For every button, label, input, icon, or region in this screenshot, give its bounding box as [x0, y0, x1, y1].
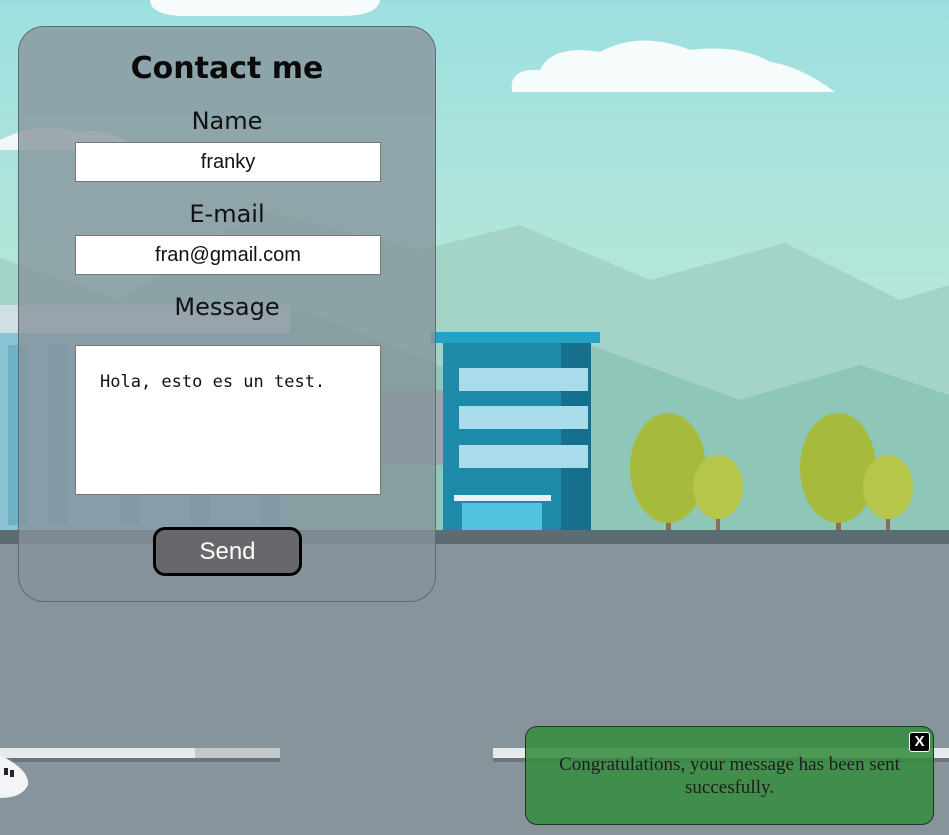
notification-message: Congratulations, your message has been s…: [559, 754, 900, 798]
cloud: [150, 0, 380, 16]
success-notification: X Congratulations, your message has been…: [525, 726, 934, 825]
form-title: Contact me: [130, 51, 324, 86]
name-input[interactable]: [75, 142, 381, 182]
contact-form-panel: Contact me Name E-mail Message Hola, est…: [18, 26, 436, 602]
email-label: E-mail: [189, 200, 265, 228]
email-input[interactable]: [75, 235, 381, 275]
message-textarea[interactable]: Hola, esto es un test.: [75, 345, 381, 495]
name-label: Name: [191, 107, 263, 135]
close-notification-button[interactable]: X: [909, 732, 930, 752]
send-button[interactable]: Send: [153, 527, 302, 576]
message-label: Message: [174, 293, 280, 321]
